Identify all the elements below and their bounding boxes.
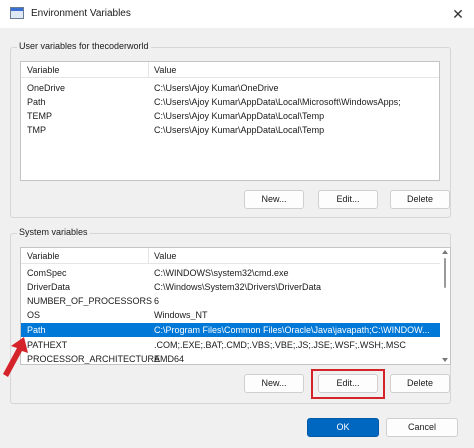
table-row[interactable]: OneDrive C:\Users\Ajoy Kumar\OneDrive: [21, 81, 439, 95]
variable-name: NUMBER_OF_PROCESSORS: [27, 296, 153, 306]
variable-value: C:\WINDOWS\system32\cmd.exe: [154, 268, 289, 278]
column-divider[interactable]: [148, 248, 149, 264]
variable-value: AMD64: [154, 354, 185, 364]
variable-value: Windows_NT: [154, 310, 208, 320]
table-row[interactable]: PROCESSOR_ARCHITECTURE AMD64: [21, 352, 450, 364]
table-row[interactable]: NUMBER_OF_PROCESSORS 6: [21, 294, 450, 308]
table-row[interactable]: ComSpec C:\WINDOWS\system32\cmd.exe: [21, 266, 450, 280]
variable-value: C:\Users\Ajoy Kumar\AppData\Local\Temp: [154, 111, 325, 121]
scroll-thumb[interactable]: [444, 258, 446, 288]
column-divider[interactable]: [148, 62, 149, 78]
variable-name: ComSpec: [27, 268, 67, 278]
system-new-button[interactable]: New...: [244, 374, 304, 393]
table-row[interactable]: OS Windows_NT: [21, 308, 450, 322]
variable-name: PROCESSOR_ARCHITECTURE: [27, 354, 161, 364]
system-variables-list[interactable]: Variable Value ComSpec C:\WINDOWS\system…: [20, 247, 451, 365]
ok-button[interactable]: OK: [307, 418, 379, 437]
user-edit-button[interactable]: Edit...: [318, 190, 378, 209]
cancel-button[interactable]: Cancel: [386, 418, 458, 437]
variable-name: TEMP: [27, 111, 53, 121]
system-variables-label: System variables: [17, 227, 90, 237]
table-row[interactable]: TEMP C:\Users\Ajoy Kumar\AppData\Local\T…: [21, 109, 439, 123]
user-variables-list[interactable]: Variable Value OneDrive C:\Users\Ajoy Ku…: [20, 61, 440, 181]
list-header: Variable Value: [21, 248, 450, 264]
scroll-up-icon[interactable]: [442, 250, 448, 254]
window-icon: [10, 7, 24, 19]
column-header-variable[interactable]: Variable: [27, 251, 59, 261]
user-new-button[interactable]: New...: [244, 190, 304, 209]
variable-value: C:\Users\Ajoy Kumar\OneDrive: [154, 83, 279, 93]
user-delete-button[interactable]: Delete: [390, 190, 450, 209]
variable-value: .COM;.EXE;.BAT;.CMD;.VBS;.VBE;.JS;.JSE;.…: [154, 340, 406, 350]
variable-name: OneDrive: [27, 83, 66, 93]
variable-value: C:\Users\Ajoy Kumar\AppData\Local\Micros…: [154, 97, 401, 107]
variable-name: Path: [27, 97, 46, 107]
variable-name: OS: [27, 310, 41, 320]
variable-value: C:\Program Files\Common Files\Oracle\Jav…: [154, 325, 430, 335]
edit-highlight-annotation: [311, 369, 385, 399]
variable-name: DriverData: [27, 282, 71, 292]
variable-value: C:\Windows\System32\Drivers\DriverData: [154, 282, 322, 292]
variable-value: C:\Users\Ajoy Kumar\AppData\Local\Temp: [154, 125, 325, 135]
close-icon[interactable]: ✕: [448, 4, 468, 24]
window-title: Environment Variables: [31, 8, 131, 19]
column-header-value[interactable]: Value: [154, 65, 176, 75]
variable-name: TMP: [27, 125, 46, 135]
column-header-variable[interactable]: Variable: [27, 65, 59, 75]
vertical-scrollbar[interactable]: [440, 248, 450, 364]
arrow-icon: [3, 337, 28, 377]
system-delete-button[interactable]: Delete: [390, 374, 450, 393]
title-bar: Environment Variables ✕: [0, 0, 474, 28]
column-header-value[interactable]: Value: [154, 251, 176, 261]
variable-value: 6: [154, 296, 160, 306]
table-row[interactable]: DriverData C:\Windows\System32\Drivers\D…: [21, 280, 450, 294]
table-row[interactable]: Path C:\Users\Ajoy Kumar\AppData\Local\M…: [21, 95, 439, 109]
table-row-selected[interactable]: Path C:\Program Files\Common Files\Oracl…: [21, 323, 442, 337]
scroll-down-icon[interactable]: [442, 358, 448, 362]
user-variables-label: User variables for thecoderworld: [17, 41, 151, 51]
list-header: Variable Value: [21, 62, 439, 78]
table-row[interactable]: PATHEXT .COM;.EXE;.BAT;.CMD;.VBS;.VBE;.J…: [21, 338, 450, 352]
table-row[interactable]: TMP C:\Users\Ajoy Kumar\AppData\Local\Te…: [21, 123, 439, 137]
